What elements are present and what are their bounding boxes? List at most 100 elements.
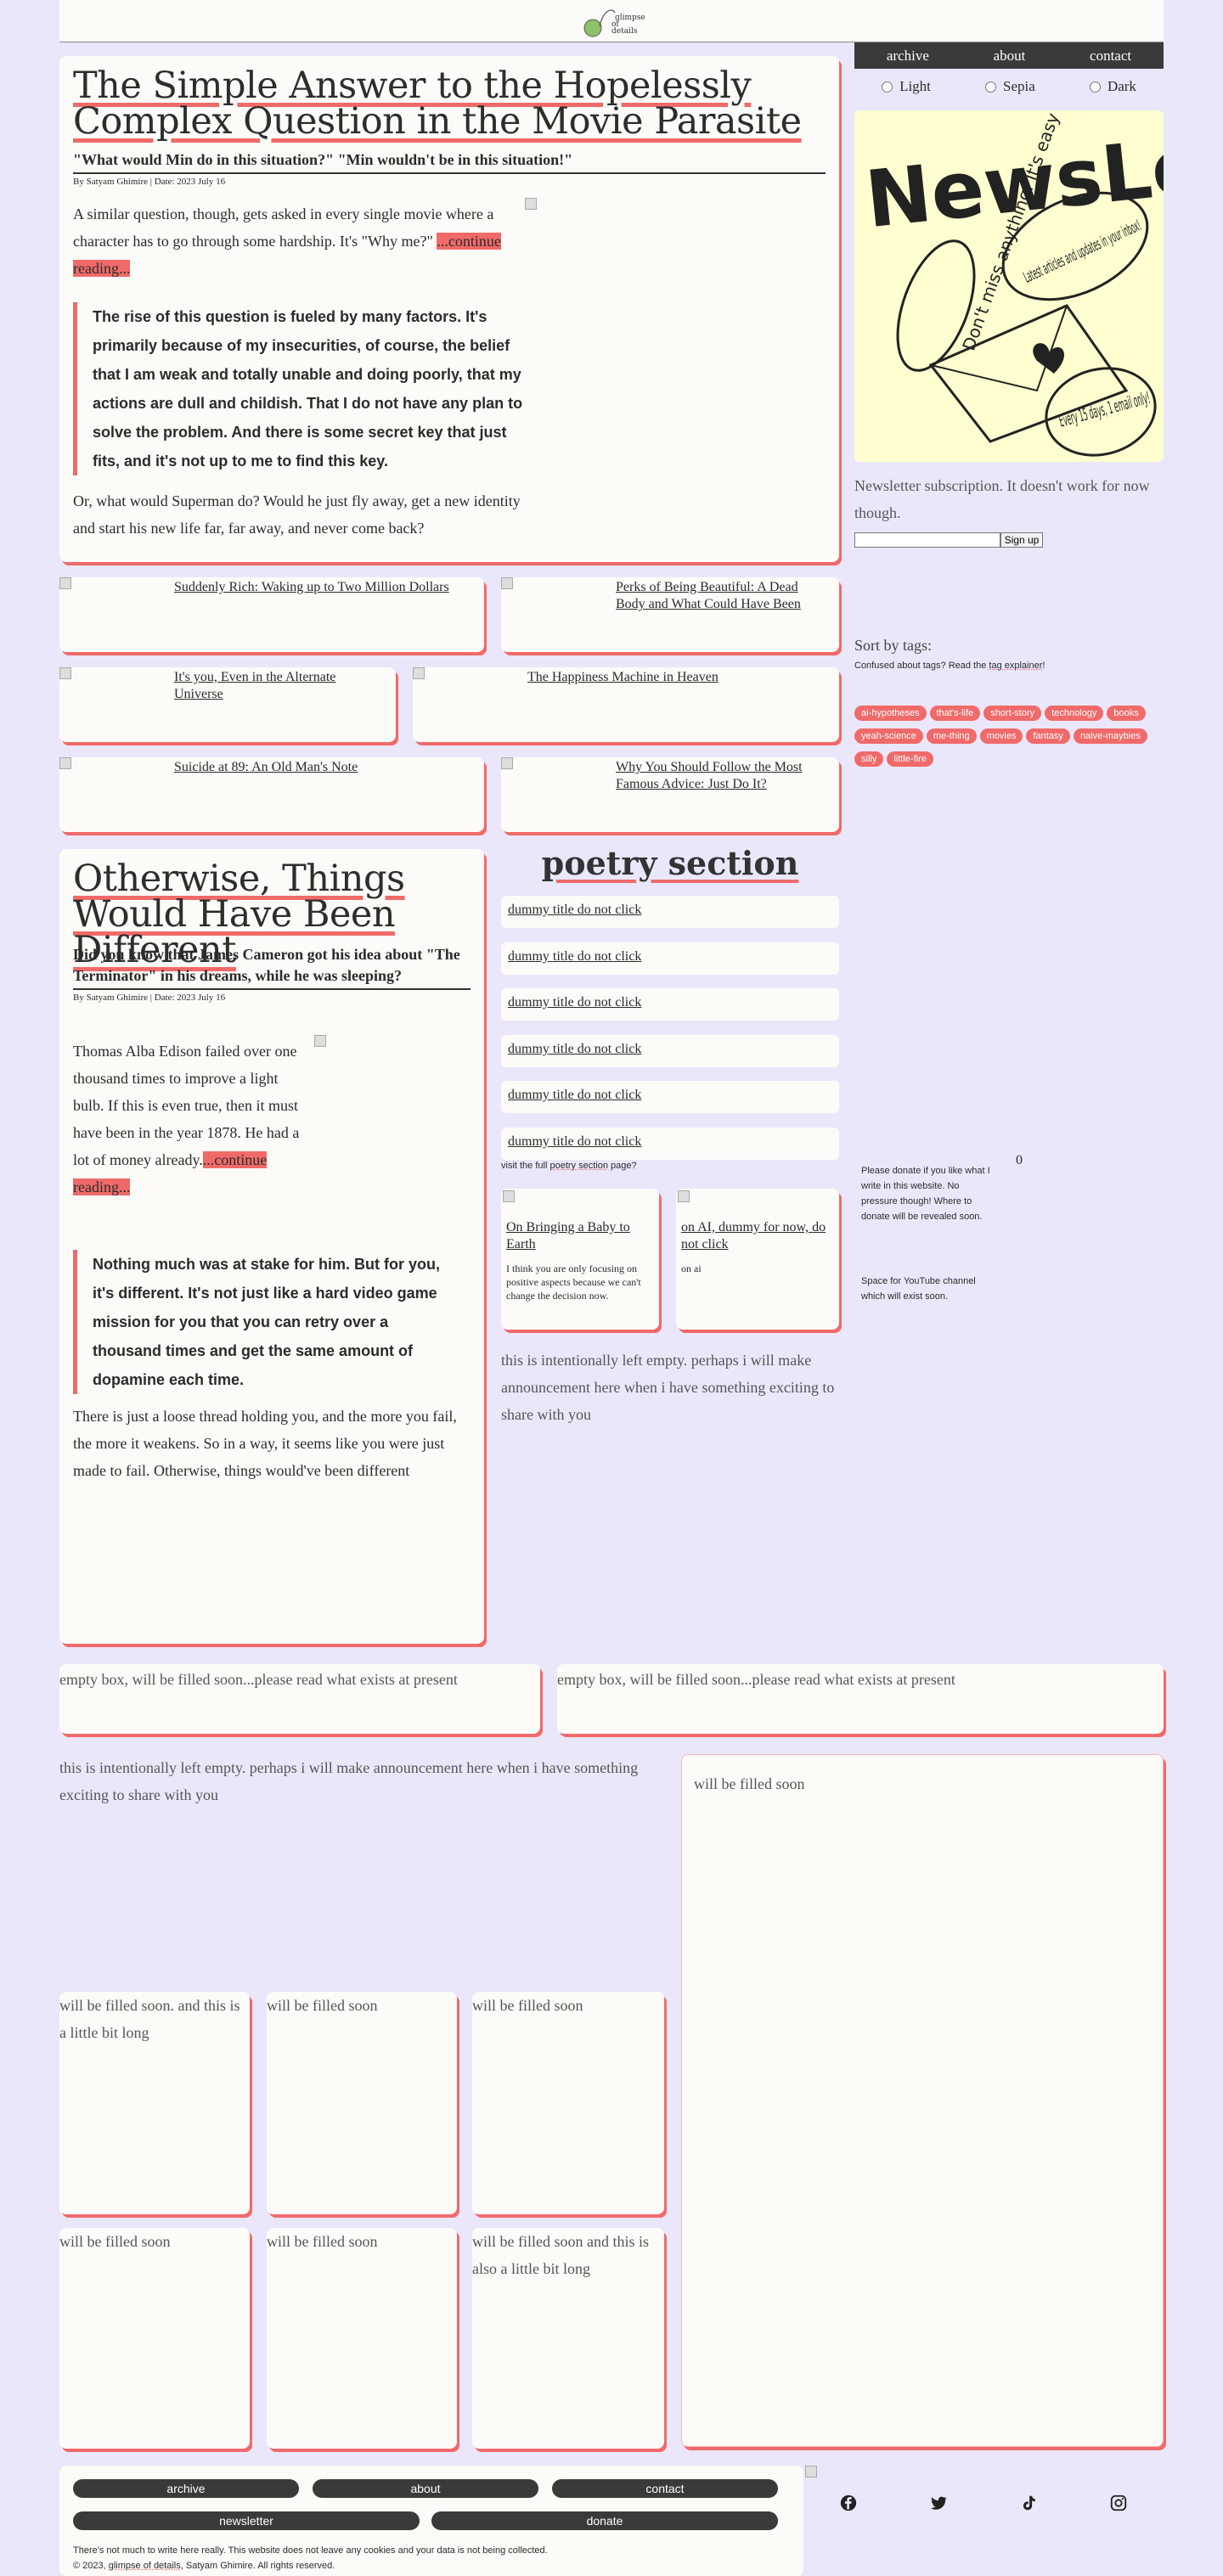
placeholder-text: will be filled soon [59,2233,171,2250]
article-byline: By Satyam Ghimire | Date: 2023 July 16 [73,177,226,187]
twitter-icon[interactable] [929,2494,948,2512]
article-subtitle: Did you know that James Cameron got his … [73,944,471,990]
article-tail: There is just a loose thread holding you… [73,1408,457,1479]
tag-explainer-link[interactable]: tag explainer [989,661,1042,671]
announcement-text: this is intentionally left empty. perhap… [59,1759,639,1803]
tag-pill[interactable]: little-fire [887,751,933,767]
tag-pill[interactable]: silly [854,751,884,767]
tag-pill[interactable]: ai-hypotheses [854,706,927,721]
site-logo[interactable]: glimpse of details [578,3,645,40]
article-tail: Or, what would Superman do? Would he jus… [73,492,521,537]
mini-article-title[interactable]: Why You Should Follow the Most Famous Ad… [616,759,828,793]
signup-button[interactable]: Sign up [1000,532,1043,548]
poem-link[interactable]: dummy title do not click [501,1128,839,1160]
poem-link[interactable]: dummy title do not click [501,1035,839,1067]
tag-pill[interactable]: me-thing [926,728,977,744]
tiktok-icon[interactable] [1019,2494,1038,2512]
broken-image-icon [501,577,513,589]
broken-image-icon [59,577,71,589]
footer-newsletter-button[interactable]: newsletter [73,2511,420,2530]
site-link[interactable]: glimpse of details [109,2561,181,2571]
broken-image-icon [503,1190,515,1202]
placeholder-box: will be filled soon [472,1992,664,2214]
nav-about[interactable]: about [994,48,1026,65]
theme-sepia[interactable]: Sepia [985,78,1035,95]
broken-image-icon [501,757,513,769]
post-card-desc: on ai [681,1263,702,1274]
placeholder-text: will be filled soon [694,1775,805,1792]
post-card-title[interactable]: On Bringing a Baby to Earth [506,1219,654,1253]
mini-article-title[interactable]: Suddenly Rich: Waking up to Two Million … [174,579,454,596]
theme-light[interactable]: Light [882,78,931,95]
mini-article-card[interactable]: It's you, Even in the Alternate Universe [59,667,396,742]
youtube-text: Space for YouTube channel which will exi… [861,1276,976,1302]
nav-archive[interactable]: archive [887,48,929,65]
article-excerpt: Thomas Alba Edison failed over one thous… [73,1043,300,1195]
radio-icon[interactable] [985,81,997,93]
footer-donate-button[interactable]: donate [431,2511,778,2530]
tag-pill[interactable]: that's-life [929,706,981,721]
poetry-visit-note: visit the full poetry section page? [501,1161,637,1171]
article-subtitle: "What would Min do in this situation?" "… [73,149,826,174]
tag-pill[interactable]: books [1107,706,1146,721]
mini-article-card[interactable]: Suicide at 89: An Old Man's Note [59,757,484,832]
newsletter-email-input[interactable] [854,532,1000,548]
article-title[interactable]: The Simple Answer to the Hopelessly Comp… [73,68,820,140]
mini-article-title[interactable]: Perks of Being Beautiful: A Dead Body an… [616,579,828,613]
newsletter-art: NewsLetter Don't miss anything. It's eas… [854,110,1164,462]
article-image [525,197,537,213]
poem-link[interactable]: dummy title do not click [501,988,839,1021]
tags-note: Confused about tags? Read the tag explai… [854,661,1045,671]
radio-icon[interactable] [1089,81,1101,93]
footer-archive-button[interactable]: archive [73,2479,299,2498]
tag-pill[interactable]: naive-maybies [1073,728,1147,744]
poem-link[interactable]: dummy title do not click [501,1081,839,1113]
footer-contact-button[interactable]: contact [552,2479,778,2498]
poetry-section-link[interactable]: poetry section [550,1161,607,1171]
mini-article-card[interactable]: Why You Should Follow the Most Famous Ad… [501,757,839,832]
svg-text:glimpse: glimpse [615,14,645,22]
placeholder-box-large: will be filled soon [681,1754,1164,2447]
mini-article-title[interactable]: The Happiness Machine in Heaven [527,669,816,686]
tag-pill[interactable]: fantasy [1026,728,1070,744]
tag-pill[interactable]: technology [1045,706,1104,721]
tag-pill[interactable]: yeah-science [854,728,923,744]
main-nav: archive about contact [854,42,1164,69]
broken-image-icon [413,667,425,679]
tag-list: ai-hypotheses that's-life short-story techn… [854,703,1164,772]
broken-image-icon [805,2466,817,2478]
broken-image-icon [314,1035,326,1047]
nav-contact[interactable]: contact [1090,48,1131,65]
mini-article-title[interactable]: Suicide at 89: An Old Man's Note [174,759,454,776]
article-card: Otherwise, Things Would Have Been Differ… [59,849,484,1644]
theme-dark[interactable]: Dark [1089,78,1136,95]
placeholder-box: will be filled soon. and this is a littl… [59,1992,250,2214]
broken-image-icon [59,667,71,679]
mini-article-card[interactable]: Perks of Being Beautiful: A Dead Body an… [501,577,839,652]
poem-link[interactable]: dummy title do not click [501,896,839,928]
tags-heading: Sort by tags: [854,637,933,654]
post-card[interactable]: On Bringing a Baby to Earth I think you … [501,1189,659,1330]
poem-link[interactable]: dummy title do not click [501,942,839,975]
footer-about-button[interactable]: about [313,2479,538,2498]
post-card-desc: I think you are only focusing on positiv… [506,1263,641,1302]
footer-note: There's not much to write here really. T… [73,2545,548,2556]
footer-copyright: © 2023, glimpse of details, Satyam Ghimi… [73,2561,335,2571]
newsletter-desc: Newsletter subscription. It doesn't work… [854,477,1150,521]
mini-article-card[interactable]: Suddenly Rich: Waking up to Two Million … [59,577,484,652]
tag-pill[interactable]: movies [979,728,1023,744]
placeholder-text: will be filled soon and this is also a l… [472,2233,649,2277]
post-card-title[interactable]: on AI, dummy for now, do not click [681,1219,834,1253]
post-card[interactable]: on AI, dummy for now, do not click on ai [676,1189,839,1330]
facebook-icon[interactable] [839,2494,858,2512]
radio-icon[interactable] [882,81,893,93]
donate-counter: 0 [1016,1153,1023,1167]
announcement-text: this is intentionally left empty. perhap… [501,1352,835,1423]
article-image [314,1034,326,1050]
instagram-icon[interactable] [1109,2494,1128,2512]
tag-pill[interactable]: short-story [983,706,1042,721]
article-byline: By Satyam Ghimire | Date: 2023 July 16 [73,993,226,1003]
mini-article-card[interactable]: The Happiness Machine in Heaven [413,667,839,742]
mini-article-title[interactable]: It's you, Even in the Alternate Universe [174,669,378,703]
broken-image-icon [525,198,537,210]
